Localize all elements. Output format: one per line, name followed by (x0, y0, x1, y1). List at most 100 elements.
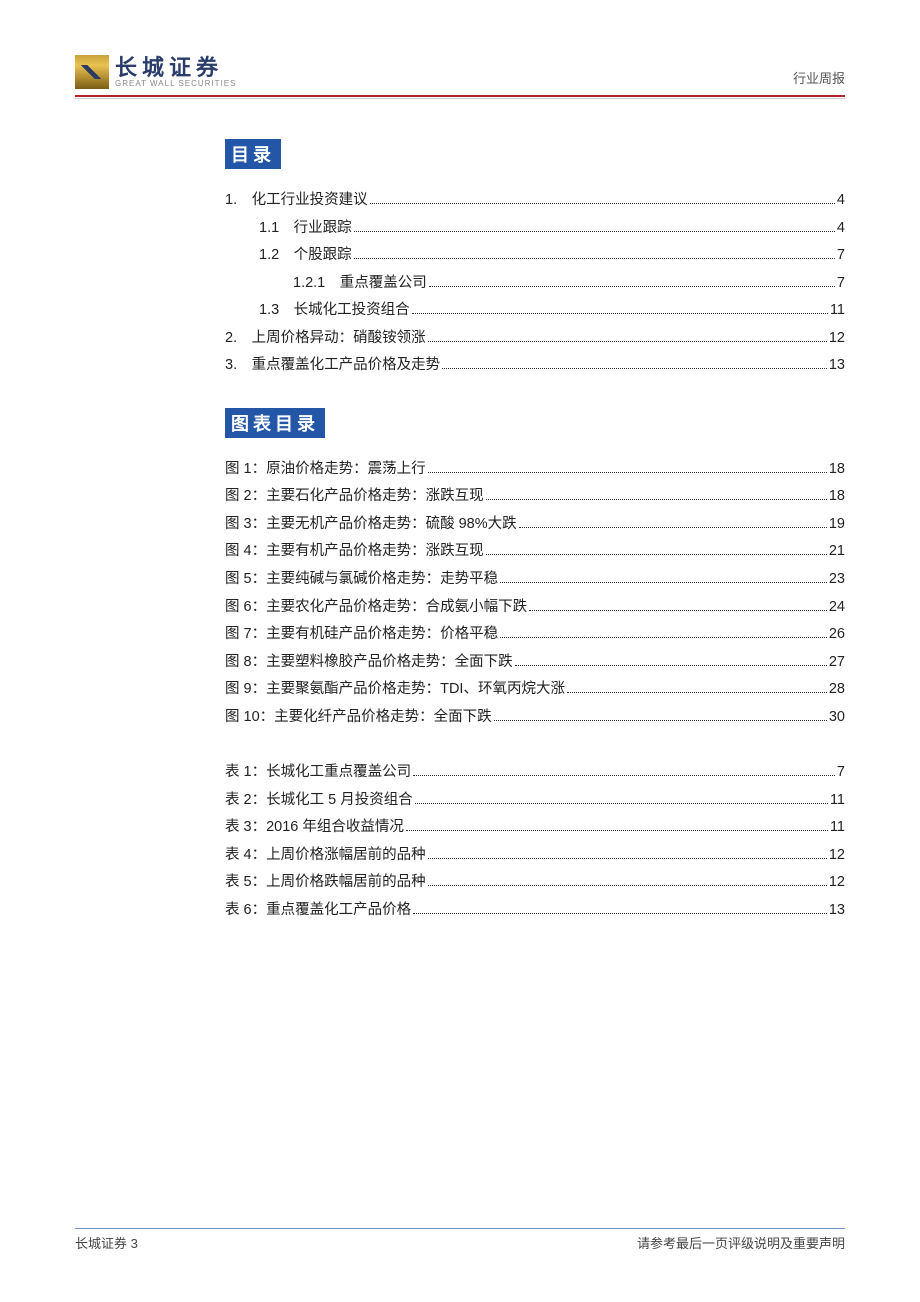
toc-leader (413, 775, 835, 776)
toc-leader (500, 637, 827, 638)
toc-entry[interactable]: 3. 重点覆盖化工产品价格及走势 13 (225, 352, 845, 380)
toc-entry-label: 表 5：上周价格跌幅居前的品种 (225, 869, 426, 897)
figures-heading: 图表目录 (225, 408, 325, 438)
toc-entry-label: 2. 上周价格异动：硝酸铵领涨 (225, 325, 426, 353)
toc-entry-page: 4 (837, 187, 845, 215)
toc-list: 1. 化工行业投资建议41.1 行业跟踪41.2 个股跟踪71.2.1 重点覆盖… (225, 187, 845, 380)
brand-name-cn: 长城证券 (115, 57, 236, 79)
toc-entry[interactable]: 表 1：长城化工重点覆盖公司 7 (225, 759, 845, 787)
toc-leader (529, 610, 827, 611)
toc-entry-page: 30 (829, 704, 845, 732)
toc-entry-page: 24 (829, 594, 845, 622)
toc-entry[interactable]: 表 2：长城化工 5 月投资组合 11 (225, 787, 845, 815)
toc-entry-page: 12 (829, 325, 845, 353)
toc-entry-page: 12 (829, 869, 845, 897)
page-footer: 长城证券 3 请参考最后一页评级说明及重要声明 (75, 1228, 845, 1252)
toc-entry[interactable]: 图 10：主要化纤产品价格走势：全面下跌 30 (225, 704, 845, 732)
brand-name-en: GREAT WALL SECURITIES (115, 79, 236, 88)
toc-leader (415, 803, 828, 804)
toc-leader (428, 885, 827, 886)
toc-leader (486, 499, 827, 500)
toc-entry-page: 11 (830, 297, 845, 325)
toc-entry-label: 图 7：主要有机硅产品价格走势：价格平稳 (225, 621, 498, 649)
footer-right: 请参考最后一页评级说明及重要声明 (637, 1233, 845, 1252)
toc-entry-label: 1.2.1 重点覆盖公司 (293, 270, 427, 298)
toc-entry-page: 21 (829, 538, 845, 566)
toc-entry-label: 图 3：主要无机产品价格走势：硫酸 98%大跌 (225, 511, 517, 539)
page-header: 长城证券 GREAT WALL SECURITIES 行业周报 (75, 55, 845, 93)
toc-entry-page: 26 (829, 621, 845, 649)
toc-entry-label: 表 4：上周价格涨幅居前的品种 (225, 842, 426, 870)
toc-entry-page: 13 (829, 897, 845, 925)
toc-entry[interactable]: 图 2：主要石化产品价格走势：涨跌互现18 (225, 483, 845, 511)
toc-leader (494, 720, 827, 721)
toc-entry[interactable]: 1.2.1 重点覆盖公司 7 (225, 270, 845, 298)
toc-entry-label: 1. 化工行业投资建议 (225, 187, 368, 215)
toc-entry-label: 图 9：主要聚氨酯产品价格走势：TDI、环氧丙烷大涨 (225, 676, 565, 704)
toc-entry-page: 28 (829, 676, 845, 704)
toc-entry-label: 图 10：主要化纤产品价格走势：全面下跌 (225, 704, 492, 732)
toc-entry-label: 表 2：长城化工 5 月投资组合 (225, 787, 413, 815)
toc-entry[interactable]: 表 5：上周价格跌幅居前的品种 12 (225, 869, 845, 897)
toc-leader (486, 554, 827, 555)
toc-entry-page: 23 (829, 566, 845, 594)
toc-leader (428, 341, 827, 342)
toc-entry-label: 表 1：长城化工重点覆盖公司 (225, 759, 411, 787)
toc-heading: 目录 (225, 139, 281, 169)
toc-entry-label: 图 6：主要农化产品价格走势：合成氨小幅下跌 (225, 594, 527, 622)
toc-entry-page: 27 (829, 649, 845, 677)
toc-entry-label: 3. 重点覆盖化工产品价格及走势 (225, 352, 440, 380)
toc-entry[interactable]: 图 7：主要有机硅产品价格走势：价格平稳 26 (225, 621, 845, 649)
toc-leader (354, 231, 835, 232)
toc-entry-page: 7 (837, 759, 845, 787)
toc-entry[interactable]: 图 4：主要有机产品价格走势：涨跌互现21 (225, 538, 845, 566)
toc-leader (413, 913, 827, 914)
toc-entry[interactable]: 1.3 长城化工投资组合 11 (225, 297, 845, 325)
brand-logo: 长城证券 GREAT WALL SECURITIES (75, 55, 236, 89)
toc-entry-label: 图 1：原油价格走势：震荡上行 (225, 456, 426, 484)
toc-entry[interactable]: 2. 上周价格异动：硝酸铵领涨 12 (225, 325, 845, 353)
toc-entry-page: 7 (837, 242, 845, 270)
toc-entry[interactable]: 表 4：上周价格涨幅居前的品种 12 (225, 842, 845, 870)
toc-entry[interactable]: 图 6：主要农化产品价格走势：合成氨小幅下跌 24 (225, 594, 845, 622)
toc-entry-page: 11 (830, 814, 845, 842)
tables-list: 表 1：长城化工重点覆盖公司7表 2：长城化工 5 月投资组合11表 3：201… (225, 759, 845, 924)
figures-list: 图 1：原油价格走势：震荡上行18图 2：主要石化产品价格走势：涨跌互现18图 … (225, 456, 845, 731)
toc-leader (429, 286, 835, 287)
toc-leader (519, 527, 827, 528)
toc-entry[interactable]: 1. 化工行业投资建议 4 (225, 187, 845, 215)
toc-entry-label: 图 8：主要塑料橡胶产品价格走势：全面下跌 (225, 649, 513, 677)
toc-leader (406, 830, 828, 831)
toc-entry-page: 11 (830, 787, 845, 815)
toc-leader (567, 692, 827, 693)
toc-entry[interactable]: 图 9：主要聚氨酯产品价格走势：TDI、环氧丙烷大涨 28 (225, 676, 845, 704)
toc-entry-page: 7 (837, 270, 845, 298)
footer-left: 长城证券 3 (75, 1233, 138, 1252)
toc-entry-page: 19 (829, 511, 845, 539)
toc-entry-label: 1.1 行业跟踪 (259, 215, 352, 243)
doc-type-label: 行业周报 (793, 68, 845, 89)
toc-leader (412, 313, 828, 314)
toc-entry[interactable]: 1.2 个股跟踪 7 (225, 242, 845, 270)
toc-entry-label: 表 3：2016 年组合收益情况 (225, 814, 404, 842)
toc-entry-page: 4 (837, 215, 845, 243)
toc-entry-label: 1.2 个股跟踪 (259, 242, 352, 270)
toc-entry[interactable]: 表 3：2016 年组合收益情况 11 (225, 814, 845, 842)
toc-leader (500, 582, 827, 583)
toc-entry-page: 12 (829, 842, 845, 870)
toc-entry[interactable]: 图 1：原油价格走势：震荡上行 18 (225, 456, 845, 484)
toc-entry[interactable]: 表 6：重点覆盖化工产品价格 13 (225, 897, 845, 925)
toc-entry-page: 13 (829, 352, 845, 380)
toc-entry-page: 18 (829, 456, 845, 484)
toc-entry[interactable]: 图 5：主要纯碱与氯碱价格走势：走势平稳23 (225, 566, 845, 594)
toc-entry-label: 1.3 长城化工投资组合 (259, 297, 410, 325)
toc-entry[interactable]: 1.1 行业跟踪 4 (225, 215, 845, 243)
header-rule-red (75, 95, 845, 97)
toc-leader (428, 472, 827, 473)
toc-entry-label: 图 2：主要石化产品价格走势：涨跌互现 (225, 483, 484, 511)
toc-entry[interactable]: 图 8：主要塑料橡胶产品价格走势：全面下跌 27 (225, 649, 845, 677)
toc-entry[interactable]: 图 3：主要无机产品价格走势：硫酸 98%大跌 19 (225, 511, 845, 539)
toc-leader (370, 203, 835, 204)
toc-entry-label: 表 6：重点覆盖化工产品价格 (225, 897, 411, 925)
logo-icon (75, 55, 109, 89)
